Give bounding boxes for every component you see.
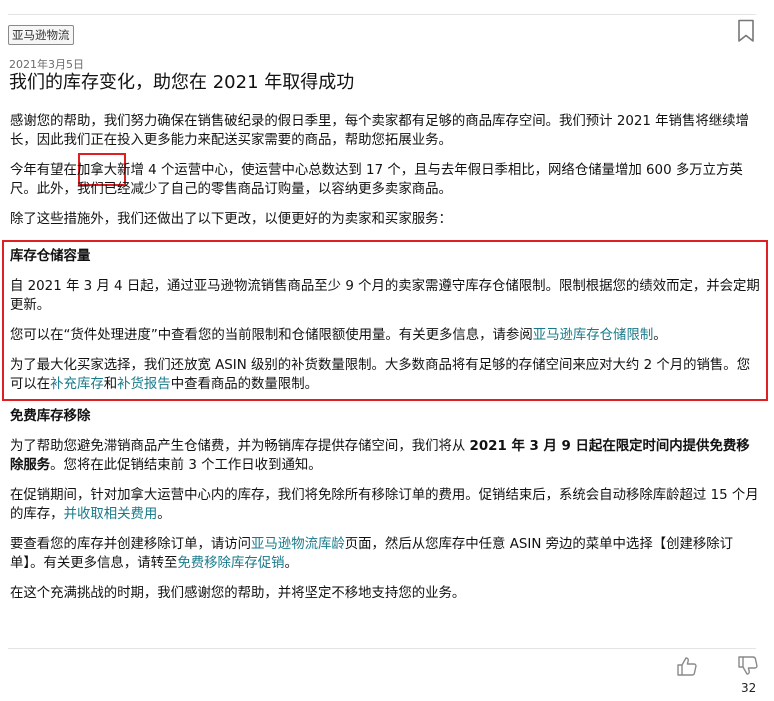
paragraph-storage-check: 您可以在“货件处理进度”中查看您的当前限制和仓储限额使用量。有关更多信息，请参阅…: [10, 326, 760, 345]
link-free-removal-promo[interactable]: 免费移除库存促销: [177, 556, 284, 571]
section-heading-removal: 免费库存移除: [10, 409, 91, 424]
paragraph-asin-limits: 为了最大化买家选择，我们还放宽 ASIN 级别的补货数量限制。大多数商品将有足够…: [10, 356, 760, 394]
paragraph-free-removal: 为了帮助您避免滞销商品产生仓储费，并为畅销库存提供存储空间，我们将从 2021 …: [10, 437, 760, 475]
paragraph-changes-intro: 除了这些措施外，我们还做出了以下更改，以便更好的为卖家和买家服务：: [10, 212, 452, 227]
link-restock-inventory[interactable]: 补充库存: [50, 377, 104, 392]
link-related-fees[interactable]: 并收取相关费用: [64, 507, 158, 522]
text-fragment: 。: [157, 507, 171, 522]
paragraph-storage-limits: 自 2021 年 3 月 4 日起，通过亚马逊物流销售商品至少 9 个月的卖家需…: [10, 279, 760, 313]
link-storage-limits[interactable]: 亚马逊库存仓储限制: [533, 328, 654, 343]
category-tag[interactable]: 亚马逊物流: [8, 25, 74, 45]
link-restock-report[interactable]: 补货报告: [117, 377, 171, 392]
highlighted-word: 加拿大: [76, 163, 118, 178]
paragraph-promotion-period: 在促销期间，针对加拿大运营中心内的库存，我们将免除所有移除订单的费用。促销结束后…: [10, 486, 760, 524]
text-fragment: 。您将在此促销结束前 3 个工作日收到通知。: [50, 458, 322, 473]
text-fragment: 和: [103, 377, 118, 392]
text-fragment: 。: [284, 556, 298, 571]
bottom-divider: [8, 648, 756, 649]
thumbs-down-icon[interactable]: [737, 655, 759, 677]
text-fragment: 。: [653, 328, 667, 343]
highlight-box-storage-section: 库存仓储容量 自 2021 年 3 月 4 日起，通过亚马逊物流销售商品至少 9…: [2, 240, 768, 401]
paragraph-canada: 今年有望在加拿大新增 4 个运营中心，使运营中心总数达到 17 个，且与去年假日…: [10, 161, 760, 199]
bookmark-icon[interactable]: [737, 19, 755, 43]
paragraph-intro: 感谢您的帮助，我们努力确保在销售破纪录的假日季里，每个卖家都有足够的商品库存空间…: [10, 114, 749, 148]
text-fragment: 中查看商品的数量限制。: [170, 377, 318, 392]
text-fragment: 今年有望在: [10, 163, 77, 178]
text-fragment: 为了帮助您避免滞销商品产生仓储费，并为畅销库存提供存储空间，我们将从: [10, 439, 470, 454]
post-date: 2021年3月5日: [9, 58, 84, 71]
paragraph-closing: 在这个充满挑战的时期，我们感谢您的帮助，并将坚定不移地支持您的业务。: [10, 586, 466, 601]
thumbs-up-icon[interactable]: [676, 655, 698, 677]
top-divider: [8, 14, 756, 15]
article-body: 感谢您的帮助，我们努力确保在销售破纪录的假日季里，每个卖家都有足够的商品库存空间…: [2, 112, 768, 614]
text-fragment: 新增 4 个运营中心，使运营中心总数达到 17 个，且与去年假日季相比，网络仓储…: [10, 163, 743, 197]
text-fragment: 要查看您的库存并创建移除订单，请访问: [10, 537, 252, 552]
section-heading-storage: 库存仓储容量: [10, 249, 91, 264]
vote-count: 32: [741, 681, 757, 695]
article-title: 我们的库存变化，助您在 2021 年取得成功: [9, 72, 355, 93]
text-fragment: 您可以在“货件处理进度”中查看您的当前限制和仓储限额使用量。有关更多信息，请参阅: [10, 328, 533, 343]
paragraph-create-removal: 要查看您的库存并创建移除订单，请访问亚马逊物流库龄页面，然后从您库存中任意 AS…: [10, 535, 760, 573]
link-inventory-age[interactable]: 亚马逊物流库龄: [251, 537, 345, 552]
